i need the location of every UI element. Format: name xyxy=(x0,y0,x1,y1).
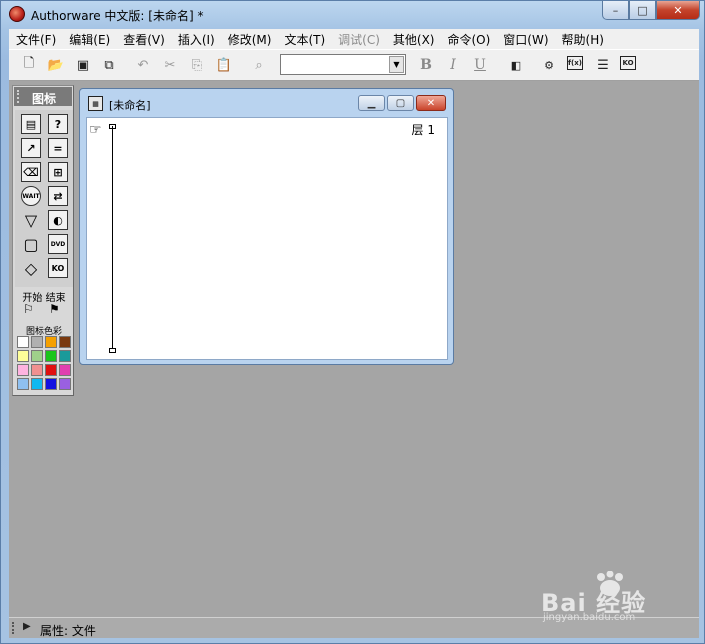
menu-help[interactable]: 帮助(H) xyxy=(562,31,604,48)
color-swatch[interactable] xyxy=(59,336,71,348)
menu-view[interactable]: 查看(V) xyxy=(123,31,165,48)
motion-icon[interactable]: ↗ xyxy=(21,138,41,158)
import-icon[interactable]: ⧉ xyxy=(99,56,119,74)
expand-arrow-icon[interactable]: ▶ xyxy=(23,621,31,632)
window-controls: – □ ✕ xyxy=(602,1,700,20)
color-swatch[interactable] xyxy=(17,350,29,362)
decision-icon[interactable]: ? xyxy=(48,114,68,134)
menu-text[interactable]: 文本(T) xyxy=(284,31,325,48)
color-swatch[interactable] xyxy=(45,350,57,362)
cut-icon[interactable]: ✂ xyxy=(160,56,180,74)
color-swatch[interactable] xyxy=(31,378,43,390)
map-icon[interactable]: ▽ xyxy=(21,210,41,230)
color-swatch[interactable] xyxy=(17,378,29,390)
menu-edit[interactable]: 编辑(E) xyxy=(69,31,110,48)
title-bar[interactable]: Authorware 中文版: [未命名] * – □ ✕ xyxy=(1,1,705,29)
flowline[interactable] xyxy=(112,126,113,351)
functions-button[interactable]: f(x) xyxy=(567,56,583,70)
chevron-down-icon[interactable]: ▼ xyxy=(389,56,404,73)
undo-icon[interactable]: ↶ xyxy=(133,56,153,74)
design-window-title: [未命名] xyxy=(109,99,151,112)
color-swatch[interactable] xyxy=(31,350,43,362)
copy-icon[interactable]: ⎘ xyxy=(187,56,207,74)
design-window-titlebar[interactable]: ▦ [未命名] ▁ ▢ ✕ xyxy=(80,89,453,116)
minimize-button[interactable]: – xyxy=(602,1,629,20)
watermark-url: jingyan.baidu.com xyxy=(543,612,636,623)
color-swatches xyxy=(17,336,73,390)
underline-button[interactable]: U xyxy=(470,56,490,74)
app-window: Authorware 中文版: [未命名] * – □ ✕ 文件(F) 编辑(E… xyxy=(0,0,705,644)
knowledge-object-icon[interactable]: KO xyxy=(48,258,68,278)
menu-command[interactable]: 命令(O) xyxy=(447,31,490,48)
italic-button[interactable]: I xyxy=(443,56,463,74)
open-file-icon[interactable]: 📂 xyxy=(46,56,66,74)
navigate-icon[interactable]: ⇄ xyxy=(48,186,68,206)
design-window: ▦ [未命名] ▁ ▢ ✕ ☞ 层 1 xyxy=(79,88,454,365)
level-label: 层 1 xyxy=(411,123,435,137)
close-button[interactable]: ✕ xyxy=(656,1,700,20)
bold-button[interactable]: B xyxy=(416,56,436,74)
close-button[interactable]: ✕ xyxy=(416,95,446,111)
minimize-button[interactable]: ▁ xyxy=(358,95,385,111)
knowledge-objects-button[interactable]: KO xyxy=(620,56,636,70)
dvd-icon[interactable]: DVD xyxy=(48,234,68,254)
grip-icon[interactable] xyxy=(12,622,16,634)
variables-icon[interactable]: ☰ xyxy=(593,56,613,74)
find-icon[interactable]: ⌕ xyxy=(249,56,269,74)
save-all-icon[interactable]: ▣ xyxy=(73,56,93,74)
menu-bar: 文件(F) 编辑(E) 查看(V) 插入(I) 修改(M) 文本(T) 调试(C… xyxy=(9,29,699,49)
authorware-logo-icon xyxy=(9,6,25,22)
color-swatch[interactable] xyxy=(59,350,71,362)
end-flag-icon[interactable]: ⚑ xyxy=(49,302,60,316)
menu-file[interactable]: 文件(F) xyxy=(16,31,56,48)
font-combo[interactable]: ▼ xyxy=(280,54,406,75)
sound-icon[interactable]: ◇ xyxy=(21,258,41,278)
start-flag-icon[interactable]: ⚐ xyxy=(23,302,34,316)
color-swatch[interactable] xyxy=(17,336,29,348)
color-swatch[interactable] xyxy=(45,336,57,348)
color-swatch[interactable] xyxy=(45,364,57,376)
window-title: Authorware 中文版: [未命名] * xyxy=(31,9,204,23)
run-icon[interactable]: ◧ xyxy=(506,56,526,74)
maximize-button[interactable]: ▢ xyxy=(387,95,414,111)
display-icon[interactable]: ▤ xyxy=(21,114,41,134)
menu-window[interactable]: 窗口(W) xyxy=(503,31,548,48)
wait-icon[interactable]: WAIT xyxy=(21,186,41,206)
toolbar: 🗋 📂 ▣ ⧉ ↶ ✂ ⎘ 📋 ⌕ ▼ B I U ◧ ⚙ f(x) ☰ KO xyxy=(9,49,699,81)
menu-debug[interactable]: 调试(C) xyxy=(338,31,380,48)
flowline-end-cap xyxy=(109,348,116,353)
paste-icon[interactable]: 📋 xyxy=(214,56,234,74)
interaction-icon[interactable]: ⊞ xyxy=(48,162,68,182)
menu-other[interactable]: 其他(X) xyxy=(393,31,435,48)
menu-insert[interactable]: 插入(I) xyxy=(178,31,215,48)
flowline-canvas[interactable]: ☞ 层 1 xyxy=(86,117,448,360)
erase-icon[interactable]: ⌫ xyxy=(21,162,41,182)
color-swatch[interactable] xyxy=(17,364,29,376)
paste-hand-icon[interactable]: ☞ xyxy=(89,122,102,138)
palette-title: 图标 xyxy=(32,92,57,106)
color-swatch[interactable] xyxy=(45,378,57,390)
palette-header[interactable]: 图标 xyxy=(14,87,72,106)
palette-icon-grid: ▤ ? ↗ = ⌫ ⊞ WAIT ⇄ ▽ ◐ ▢ DVD ◇ KO xyxy=(15,110,73,287)
icon-palette: 图标 ▤ ? ↗ = ⌫ ⊞ WAIT ⇄ ▽ ◐ ▢ DVD ◇ KO 开始 … xyxy=(12,85,74,396)
properties-label[interactable]: 属性: 文件 xyxy=(40,622,96,639)
watermark: Bai 经验 jingyan.baidu.com xyxy=(541,571,691,623)
control-panel-icon[interactable]: ⚙ xyxy=(539,56,559,74)
movie-icon[interactable]: ◐ xyxy=(48,210,68,230)
design-window-controls: ▁ ▢ ✕ xyxy=(358,95,446,111)
maximize-button[interactable]: □ xyxy=(629,1,656,20)
framework-icon[interactable]: ▢ xyxy=(21,234,41,254)
menu-modify[interactable]: 修改(M) xyxy=(228,31,272,48)
new-file-icon[interactable]: 🗋 xyxy=(19,56,39,74)
flowchart-icon: ▦ xyxy=(88,96,103,111)
color-swatch[interactable] xyxy=(59,364,71,376)
color-swatch[interactable] xyxy=(59,378,71,390)
color-swatch[interactable] xyxy=(31,364,43,376)
grip-icon[interactable] xyxy=(17,90,21,103)
color-swatch[interactable] xyxy=(31,336,43,348)
calculation-icon[interactable]: = xyxy=(48,138,68,158)
